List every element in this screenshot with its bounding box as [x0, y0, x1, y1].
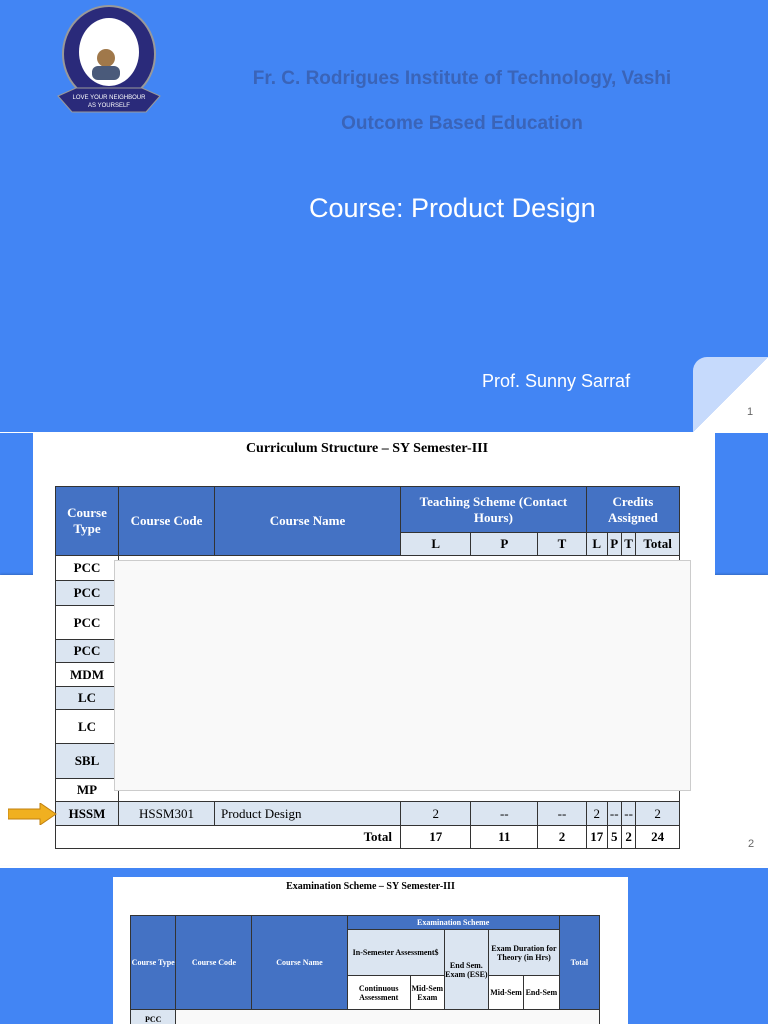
- course-type: PCC: [55, 639, 119, 663]
- total-value: 17: [585, 825, 608, 849]
- subheader-t: T: [620, 532, 637, 556]
- institute-name: Fr. C. Rodrigues Institute of Technology…: [252, 68, 672, 89]
- program-subtitle: Outcome Based Education: [341, 113, 583, 134]
- value: --: [470, 801, 539, 826]
- total-label: Total: [55, 825, 401, 849]
- subheader-l: L: [399, 532, 472, 556]
- page-number: 2: [748, 838, 755, 850]
- redaction-overlay: [175, 1009, 600, 1024]
- slide-3-image: Examination Scheme – SY Semester-III Cou…: [113, 877, 628, 1024]
- course-type: MDM: [55, 662, 119, 687]
- page-number: 1: [747, 406, 754, 418]
- value: --: [606, 801, 622, 826]
- course-name: Product Design: [214, 801, 401, 826]
- course-type: MP: [55, 778, 119, 802]
- header-total: Total: [558, 915, 601, 1010]
- slide-1[interactable]: LOVE YOUR NEIGHBOUR AS YOURSELF Fr. C. R…: [0, 0, 768, 432]
- exam-table: Course Type Course Code Course Name Exam…: [129, 915, 601, 1024]
- course-type: PCC: [129, 1009, 177, 1024]
- header-exam-scheme: Examination Scheme: [346, 915, 560, 930]
- header-course-name: Course Name: [251, 915, 348, 1010]
- header-course-type: Course Type: [55, 486, 119, 556]
- value: 2: [585, 801, 608, 826]
- table-row-total: Total 17 11 2 17 5 2 24: [55, 825, 680, 849]
- arrow-pointer-icon: [8, 803, 57, 825]
- header-duration: Exam Duration for Theory (in Hrs): [488, 929, 560, 976]
- header-in-semester: In-Semester Assessment$: [346, 929, 445, 976]
- course-type: PCC: [55, 555, 119, 581]
- svg-text:LOVE YOUR NEIGHBOUR: LOVE YOUR NEIGHBOUR: [73, 95, 147, 101]
- professor-name: Prof. Sunny Sarraf: [482, 371, 631, 391]
- total-value: 17: [399, 825, 472, 849]
- value: --: [620, 801, 637, 826]
- total-value: 5: [606, 825, 622, 849]
- course-type: LC: [55, 709, 119, 744]
- total-value: 2: [537, 825, 587, 849]
- page-curl: [693, 357, 768, 432]
- course-type: LC: [55, 686, 119, 710]
- course-type: SBL: [55, 743, 119, 779]
- value: 2: [399, 801, 472, 826]
- total-value: 2: [620, 825, 637, 849]
- header-teaching-scheme: Teaching Scheme (Contact Hours): [400, 486, 587, 533]
- subheader-p: P: [606, 532, 622, 556]
- course-code: HSSM301: [118, 801, 215, 826]
- subheader-total: Total: [635, 532, 680, 556]
- redaction-overlay: [114, 560, 691, 791]
- value: 2: [635, 801, 680, 826]
- institute-logo: LOVE YOUR NEIGHBOUR AS YOURSELF: [57, 5, 161, 113]
- total-value: 11: [470, 825, 539, 849]
- curriculum-title: Curriculum Structure – SY Semester-III: [245, 441, 489, 456]
- svg-text:AS YOURSELF: AS YOURSELF: [88, 103, 130, 109]
- total-value: 24: [635, 825, 680, 849]
- subheader-l: L: [585, 532, 608, 556]
- header-course-code: Course Code: [118, 486, 215, 556]
- header-course-type: Course Type: [129, 915, 177, 1010]
- header-course-code: Course Code: [175, 915, 253, 1010]
- course-type: PCC: [55, 605, 119, 640]
- header-continuous: Continuous Assessment: [346, 975, 411, 1010]
- header-midsem-exam: Mid-Sem Exam: [409, 975, 445, 1010]
- subheader-p: P: [470, 532, 539, 556]
- header-duration-mid: Mid-Sem: [488, 975, 524, 1010]
- header-duration-end: End-Sem: [522, 975, 560, 1010]
- subheader-t: T: [537, 532, 587, 556]
- slide-2-image: Curriculum Structure – SY Semester-III C…: [8, 433, 715, 860]
- course-title: Course: Product Design: [309, 193, 596, 223]
- course-type: PCC: [55, 580, 119, 606]
- course-type: HSSM: [55, 801, 119, 826]
- table-row-hssm: HSSM HSSM301 Product Design 2 -- -- 2 --…: [55, 801, 680, 826]
- header-credits: Credits Assigned: [585, 486, 681, 533]
- exam-title: Examination Scheme – SY Semester-III: [286, 881, 455, 892]
- value: --: [537, 801, 587, 826]
- header-course-name: Course Name: [214, 486, 401, 556]
- header-ese: End Sem. Exam (ESE): [443, 929, 490, 1010]
